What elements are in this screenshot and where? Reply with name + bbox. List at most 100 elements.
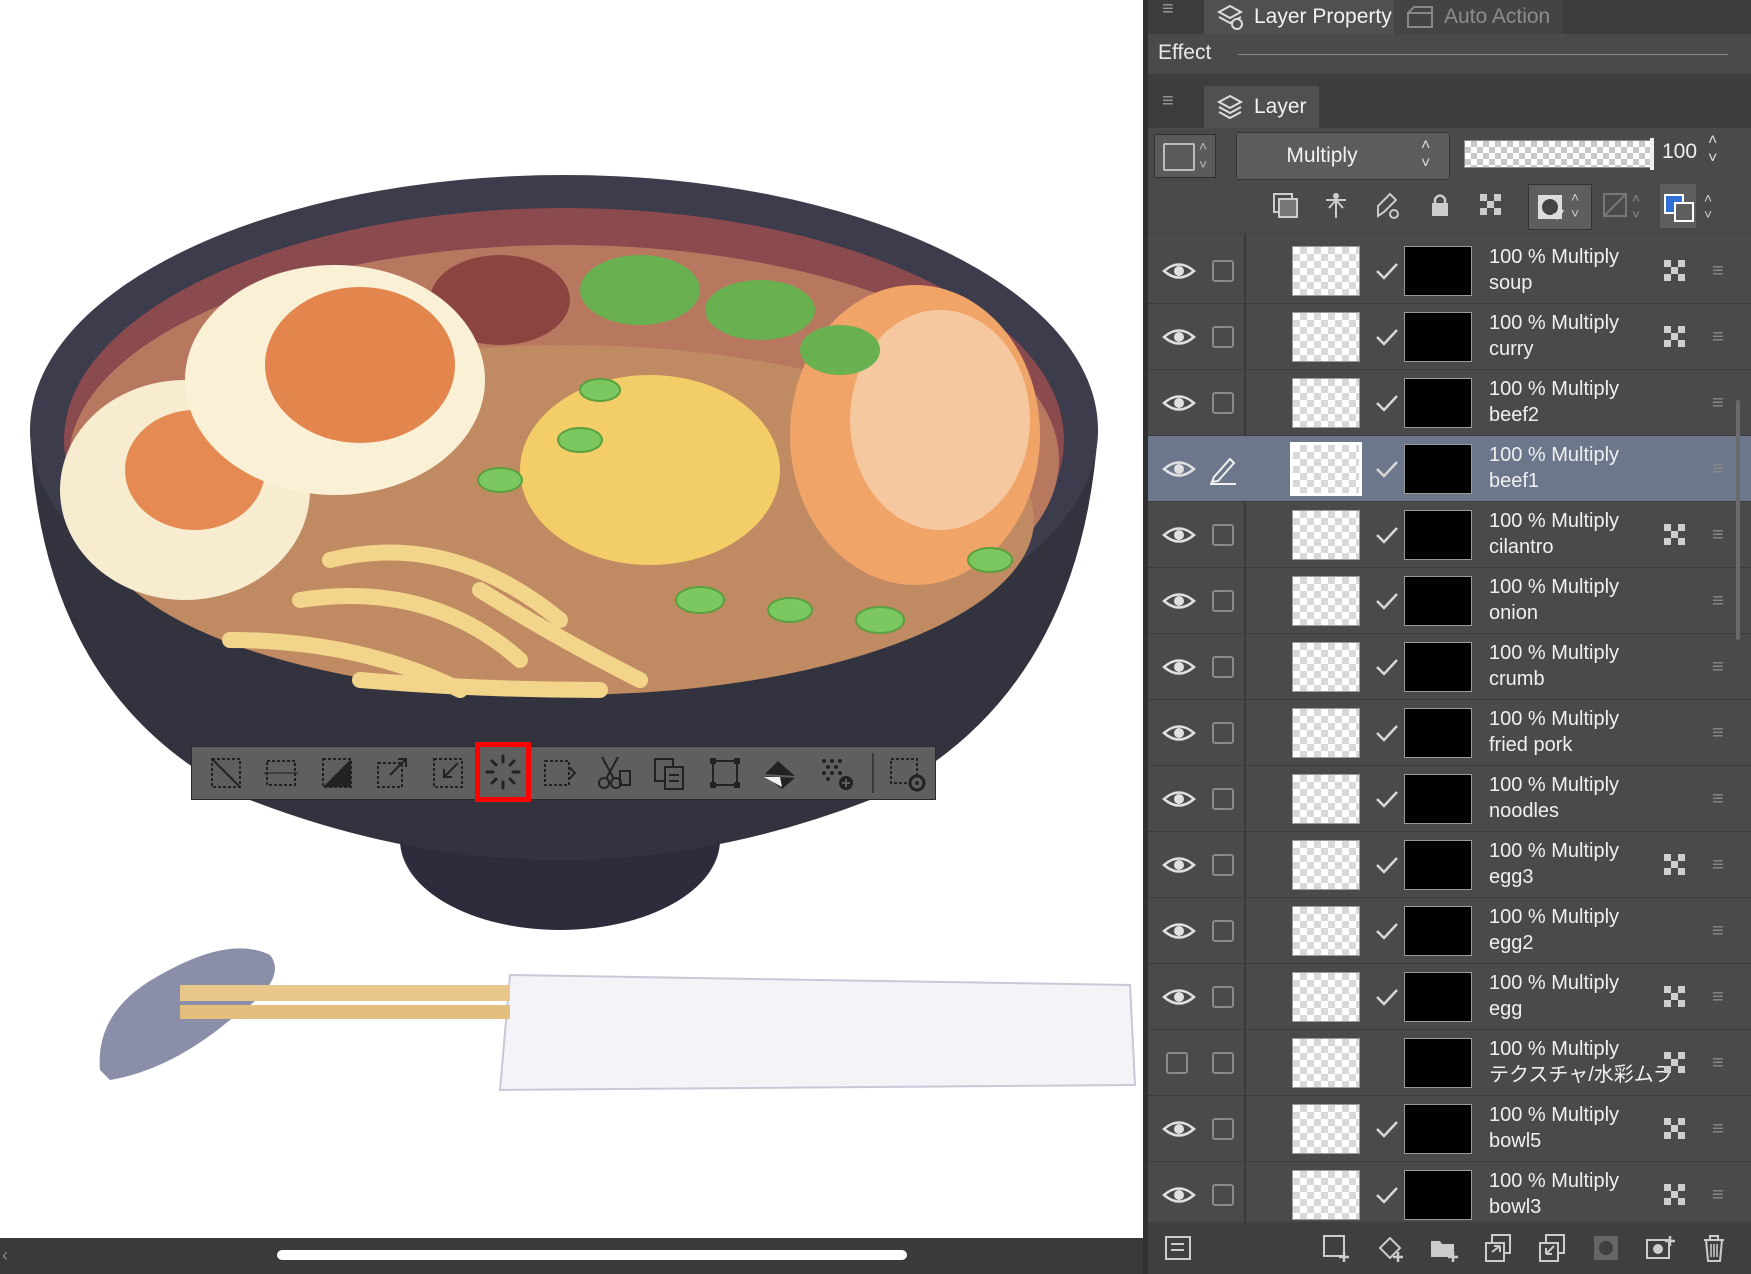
mask-thumbnail[interactable]	[1404, 246, 1472, 296]
selection-settings-button[interactable]	[880, 746, 935, 800]
mask-thumbnail[interactable]	[1404, 708, 1472, 758]
hamburger-menu-icon[interactable]: ≡	[1162, 90, 1174, 113]
ruler-disabled-icon[interactable]	[1600, 190, 1630, 220]
eye-icon[interactable]	[1162, 322, 1196, 352]
add-to-selection-button[interactable]	[808, 746, 863, 800]
layer-thumbnail[interactable]	[1292, 510, 1360, 560]
drag-handle-icon[interactable]: ≡	[1712, 854, 1724, 877]
eye-icon[interactable]	[1162, 652, 1196, 682]
new-folder-icon[interactable]	[1428, 1232, 1460, 1264]
chevron-left-icon[interactable]: ‹	[2, 1245, 8, 1266]
eye-icon[interactable]	[1162, 850, 1196, 880]
opacity-slider-handle[interactable]	[1650, 138, 1654, 170]
mask-toggle-button[interactable]: ˄ ˅	[1528, 184, 1592, 230]
opacity-value[interactable]: 100	[1662, 140, 1697, 164]
stepper-icon[interactable]: ˄ ˅	[1704, 190, 1712, 222]
blend-mode-select[interactable]: Multiply ˄ ˅	[1236, 132, 1450, 180]
cut-paste-button[interactable]	[586, 746, 641, 800]
layer-select-checkbox[interactable]	[1212, 326, 1234, 348]
shrink-selection-button[interactable]	[420, 746, 475, 800]
mask-enabled-check-icon[interactable]	[1374, 656, 1400, 678]
invert-selection-button[interactable]	[309, 746, 364, 800]
expand-selection-button[interactable]	[364, 746, 419, 800]
layer-thumbnail[interactable]	[1292, 1170, 1360, 1220]
lock-icon[interactable]	[1425, 190, 1455, 220]
layer-row[interactable]: 100 % Multiply fried pork ≡	[1148, 700, 1751, 766]
mask-enabled-check-icon[interactable]	[1374, 392, 1400, 414]
layer-list[interactable]: 100 % Multiply soup ≡ 100 % Multiply curry ≡ 1…	[1148, 234, 1751, 1222]
transfer-to-lower-layer-icon[interactable]	[1482, 1232, 1514, 1264]
new-raster-layer-icon[interactable]	[1320, 1232, 1352, 1264]
drag-handle-icon[interactable]: ≡	[1712, 986, 1724, 1009]
draft-layer-icon[interactable]	[1372, 190, 1402, 220]
layer-thumbnail[interactable]	[1292, 972, 1360, 1022]
layer-select-checkbox[interactable]	[1212, 260, 1234, 282]
drag-handle-icon[interactable]: ≡	[1712, 722, 1724, 745]
layer-thumbnail[interactable]	[1292, 312, 1360, 362]
layer-row[interactable]: 100 % Multiply beef2 ≡	[1148, 370, 1751, 436]
drag-handle-icon[interactable]: ≡	[1712, 524, 1724, 547]
layer-thumbnail[interactable]	[1292, 1104, 1360, 1154]
layer-row[interactable]: 100 % Multiply curry ≡	[1148, 304, 1751, 370]
eye-icon[interactable]	[1162, 586, 1196, 616]
layer-thumbnail[interactable]	[1292, 642, 1360, 692]
new-vector-layer-icon[interactable]	[1374, 1232, 1406, 1264]
drag-handle-icon[interactable]: ≡	[1712, 1052, 1724, 1075]
effect-section[interactable]: Effect	[1148, 34, 1751, 74]
mask-enabled-check-icon[interactable]	[1374, 788, 1400, 810]
layer-row[interactable]: 100 % Multiply bowl5 ≡	[1148, 1096, 1751, 1162]
select-all-button[interactable]	[253, 746, 308, 800]
mask-enabled-check-icon[interactable]	[1374, 524, 1400, 546]
layer-select-checkbox[interactable]	[1212, 590, 1234, 612]
drag-handle-icon[interactable]: ≡	[1712, 326, 1724, 349]
eye-icon[interactable]	[1162, 1180, 1196, 1210]
drag-handle-icon[interactable]: ≡	[1712, 458, 1724, 481]
lock-transparent-icon[interactable]	[1476, 190, 1506, 220]
drawing-canvas[interactable]	[0, 0, 1148, 1238]
drag-handle-icon[interactable]: ≡	[1712, 1118, 1724, 1141]
hamburger-menu-icon[interactable]: ≡	[1162, 0, 1174, 21]
selection-border-button[interactable]	[475, 741, 531, 802]
merge-with-layer-below-icon[interactable]	[1536, 1232, 1568, 1264]
transform-button[interactable]	[697, 746, 752, 800]
copy-paste-button[interactable]	[642, 746, 697, 800]
layer-row[interactable]: 100 % Multiply crumb ≡	[1148, 634, 1751, 700]
mask-thumbnail[interactable]	[1404, 840, 1472, 890]
drag-handle-icon[interactable]: ≡	[1712, 788, 1724, 811]
layer-select-checkbox[interactable]	[1212, 1184, 1234, 1206]
eye-icon[interactable]	[1162, 982, 1196, 1012]
layer-row[interactable]: 100 % Multiply onion ≡	[1148, 568, 1751, 634]
mask-enabled-check-icon[interactable]	[1374, 986, 1400, 1008]
layer-settings-icon[interactable]	[1162, 1232, 1194, 1264]
layer-select-checkbox[interactable]	[1212, 1118, 1234, 1140]
drag-handle-icon[interactable]: ≡	[1712, 260, 1724, 283]
home-indicator[interactable]	[277, 1250, 907, 1260]
layer-select-checkbox[interactable]	[1212, 986, 1234, 1008]
layer-row[interactable]: 100 % Multiply bowl3 ≡	[1148, 1162, 1751, 1222]
layer-row[interactable]: 100 % Multiply テクスチャ/水彩ムラ ≡	[1148, 1030, 1751, 1096]
deselect-button[interactable]	[198, 746, 253, 800]
layer-thumbnail[interactable]	[1292, 378, 1360, 428]
mask-thumbnail[interactable]	[1404, 444, 1472, 494]
drag-handle-icon[interactable]: ≡	[1712, 1184, 1724, 1207]
layer-thumbnail[interactable]	[1292, 774, 1360, 824]
drag-handle-icon[interactable]: ≡	[1712, 656, 1724, 679]
layer-select-checkbox[interactable]	[1212, 920, 1234, 942]
layer-row[interactable]: 100 % Multiply noodles ≡	[1148, 766, 1751, 832]
mask-thumbnail[interactable]	[1404, 972, 1472, 1022]
eye-icon[interactable]	[1162, 388, 1196, 418]
mask-thumbnail[interactable]	[1404, 378, 1472, 428]
layer-thumbnail[interactable]	[1292, 576, 1360, 626]
mask-enabled-check-icon[interactable]	[1374, 260, 1400, 282]
mask-thumbnail[interactable]	[1404, 906, 1472, 956]
mask-thumbnail[interactable]	[1404, 1104, 1472, 1154]
layer-color-selector[interactable]: ˄ ˅	[1154, 134, 1216, 178]
layer-row[interactable]: 100 % Multiply egg3 ≡	[1148, 832, 1751, 898]
eye-icon[interactable]	[1162, 1114, 1196, 1144]
drag-handle-icon[interactable]: ≡	[1712, 590, 1724, 613]
mask-thumbnail[interactable]	[1404, 312, 1472, 362]
opacity-slider[interactable]	[1464, 138, 1654, 170]
layer-list-scrollbar[interactable]	[1736, 400, 1740, 640]
mask-thumbnail[interactable]	[1404, 642, 1472, 692]
layer-select-checkbox[interactable]	[1212, 1052, 1234, 1074]
